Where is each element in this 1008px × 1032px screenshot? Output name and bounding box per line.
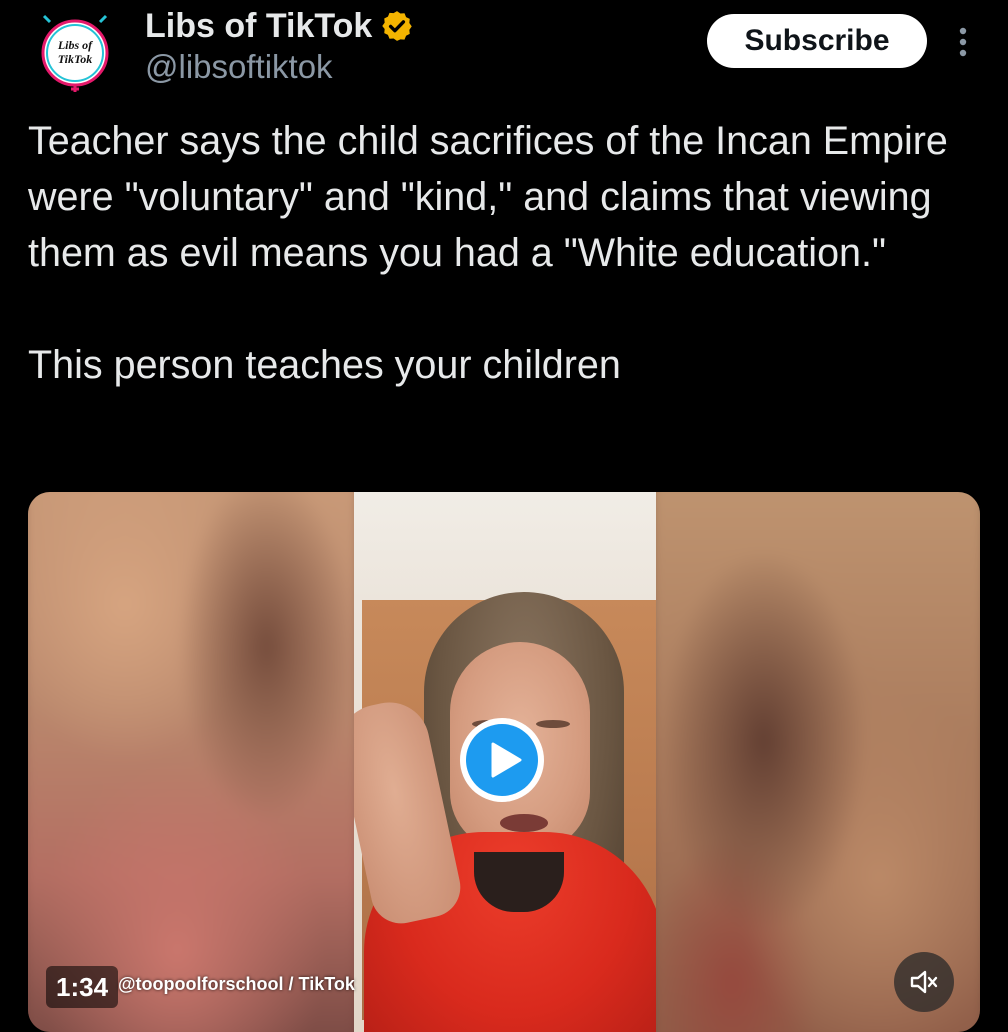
avatar[interactable]: Libs of TikTok bbox=[36, 14, 114, 92]
tweet-header: Libs of TikTok Libs of TikTok @libsoftik… bbox=[0, 0, 1008, 110]
more-vertical-icon[interactable] bbox=[948, 24, 978, 60]
video-blur-background-right bbox=[647, 492, 980, 1032]
video-watermark: @toopoolforschool / TikTok bbox=[118, 974, 355, 994]
muted-speaker-icon bbox=[910, 970, 938, 994]
author-name-row: Libs of TikTok bbox=[145, 4, 414, 48]
tweet-text: Teacher says the child sacrifices of the… bbox=[28, 113, 988, 393]
verified-badge-icon bbox=[382, 11, 413, 41]
svg-text:Libs of: Libs of bbox=[57, 38, 93, 52]
author-display-name[interactable]: Libs of TikTok bbox=[145, 7, 372, 46]
author-handle[interactable]: @libsoftiktok bbox=[145, 48, 333, 86]
svg-text:TikTok: TikTok bbox=[58, 52, 92, 66]
subscribe-button[interactable]: Subscribe bbox=[707, 14, 927, 68]
tweet-paragraph-1: Teacher says the child sacrifices of the… bbox=[28, 119, 948, 275]
video-player[interactable]: 1:34 @toopoolforschool / TikTok bbox=[28, 492, 980, 1032]
video-blur-background-left bbox=[28, 492, 363, 1032]
video-person-mouth bbox=[500, 814, 548, 832]
tweet-paragraph-2: This person teaches your children bbox=[28, 343, 621, 387]
play-icon[interactable] bbox=[458, 716, 546, 804]
video-duration-badge: 1:34 bbox=[46, 966, 119, 1008]
mute-button[interactable] bbox=[894, 952, 954, 1012]
